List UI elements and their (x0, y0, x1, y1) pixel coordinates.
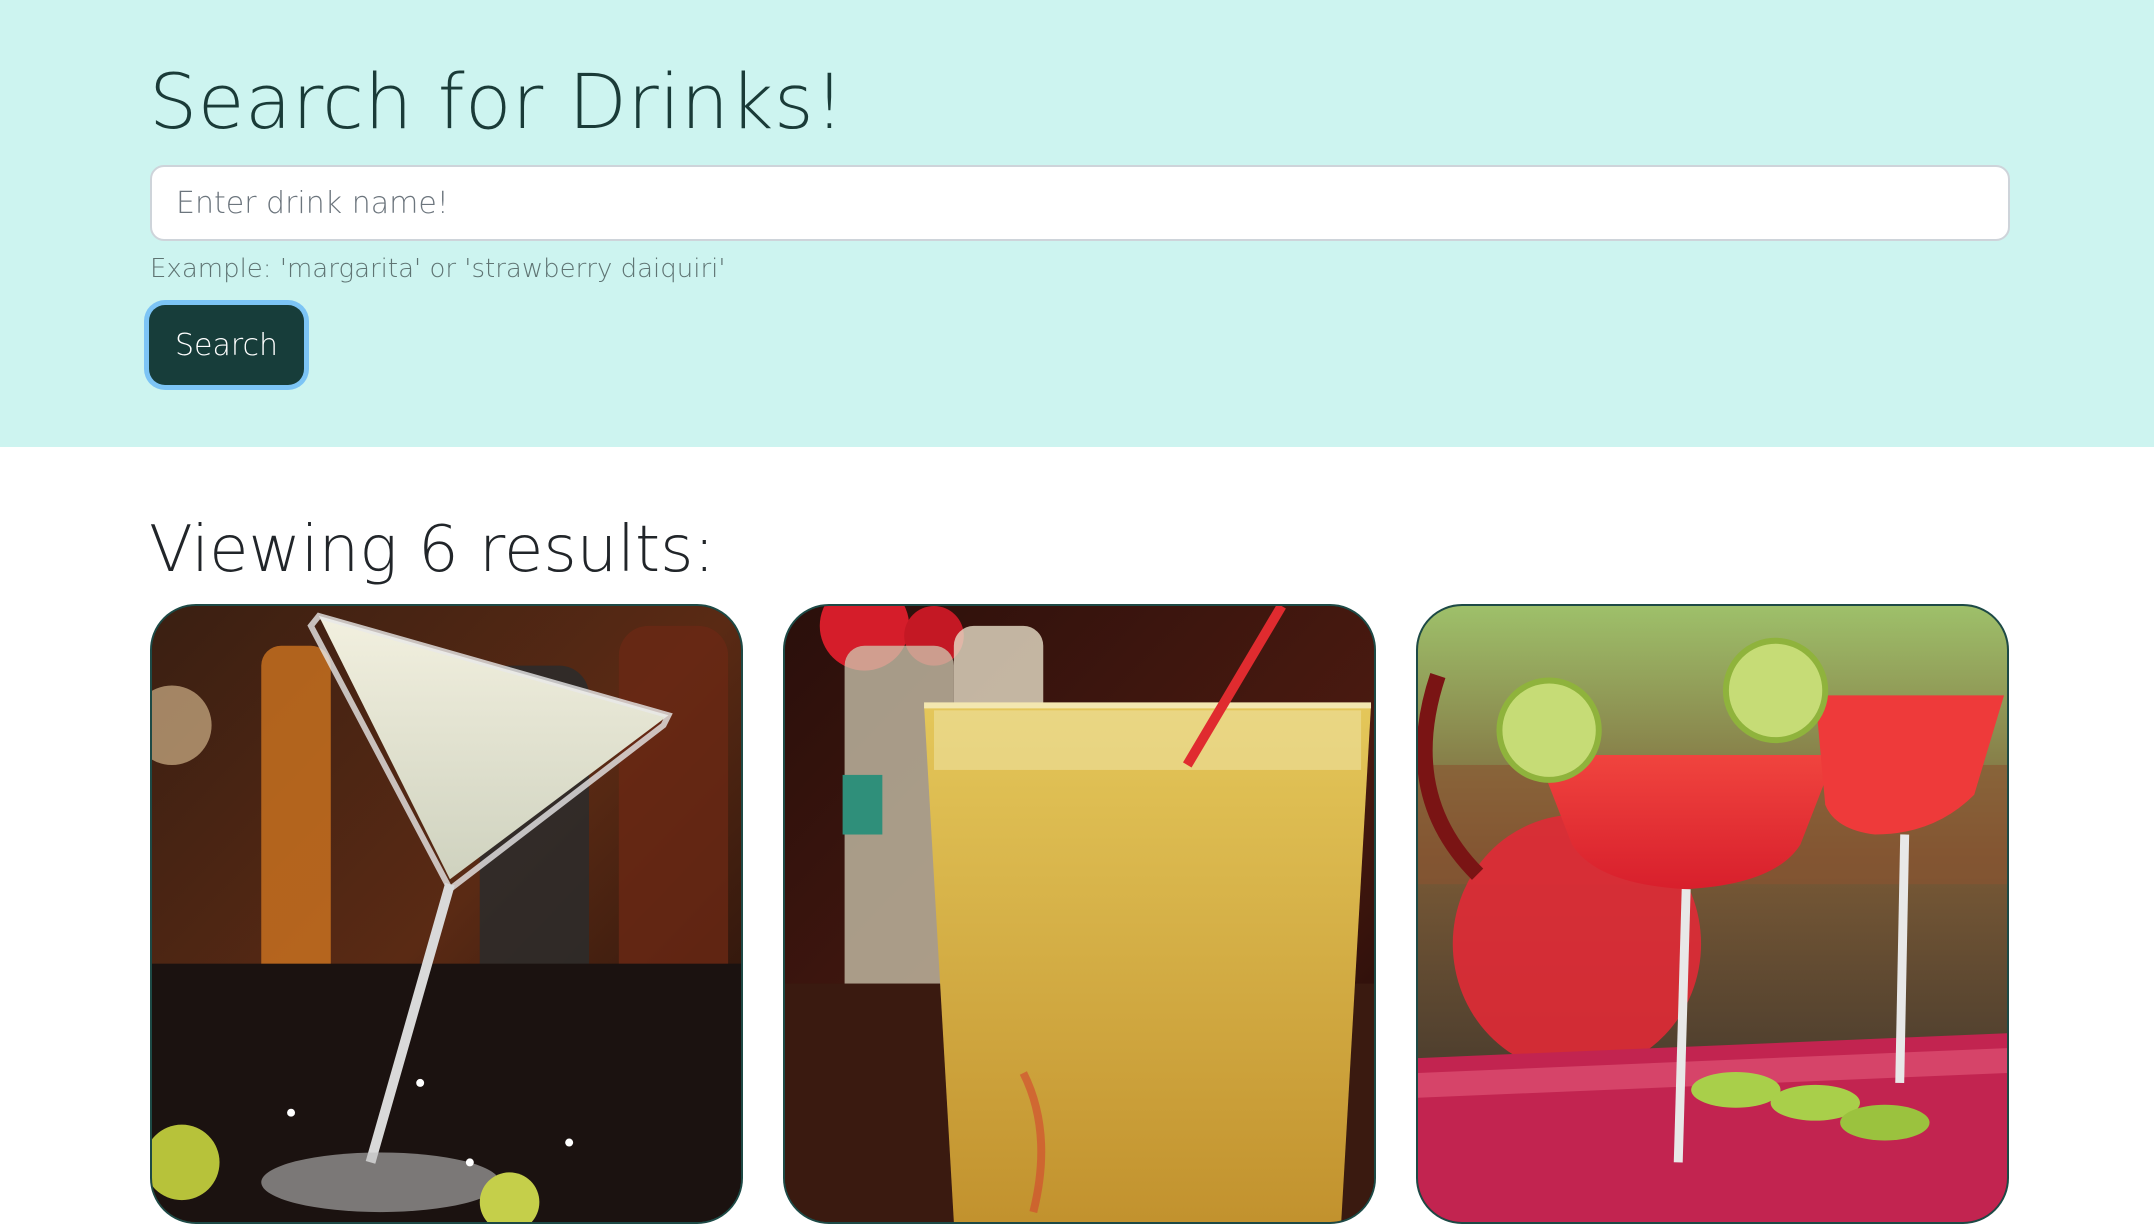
red-margarita-image (1418, 606, 2007, 1222)
iced-drink-image (785, 606, 1374, 1222)
results-heading: Viewing 6 results: (149, 513, 715, 587)
search-button[interactable]: Search (149, 305, 304, 385)
search-hero: Search for Drinks! Example: 'margarita' … (0, 0, 2154, 447)
drink-card[interactable] (1416, 604, 2009, 1224)
drink-card[interactable] (150, 604, 743, 1224)
drink-search-input[interactable] (150, 165, 2010, 241)
page-title: Search for Drinks! (149, 57, 846, 146)
results-grid (150, 604, 2010, 1224)
drink-card[interactable] (783, 604, 1376, 1224)
martini-drink-image (152, 606, 741, 1222)
search-help-text: Example: 'margarita' or 'strawberry daiq… (150, 254, 726, 284)
